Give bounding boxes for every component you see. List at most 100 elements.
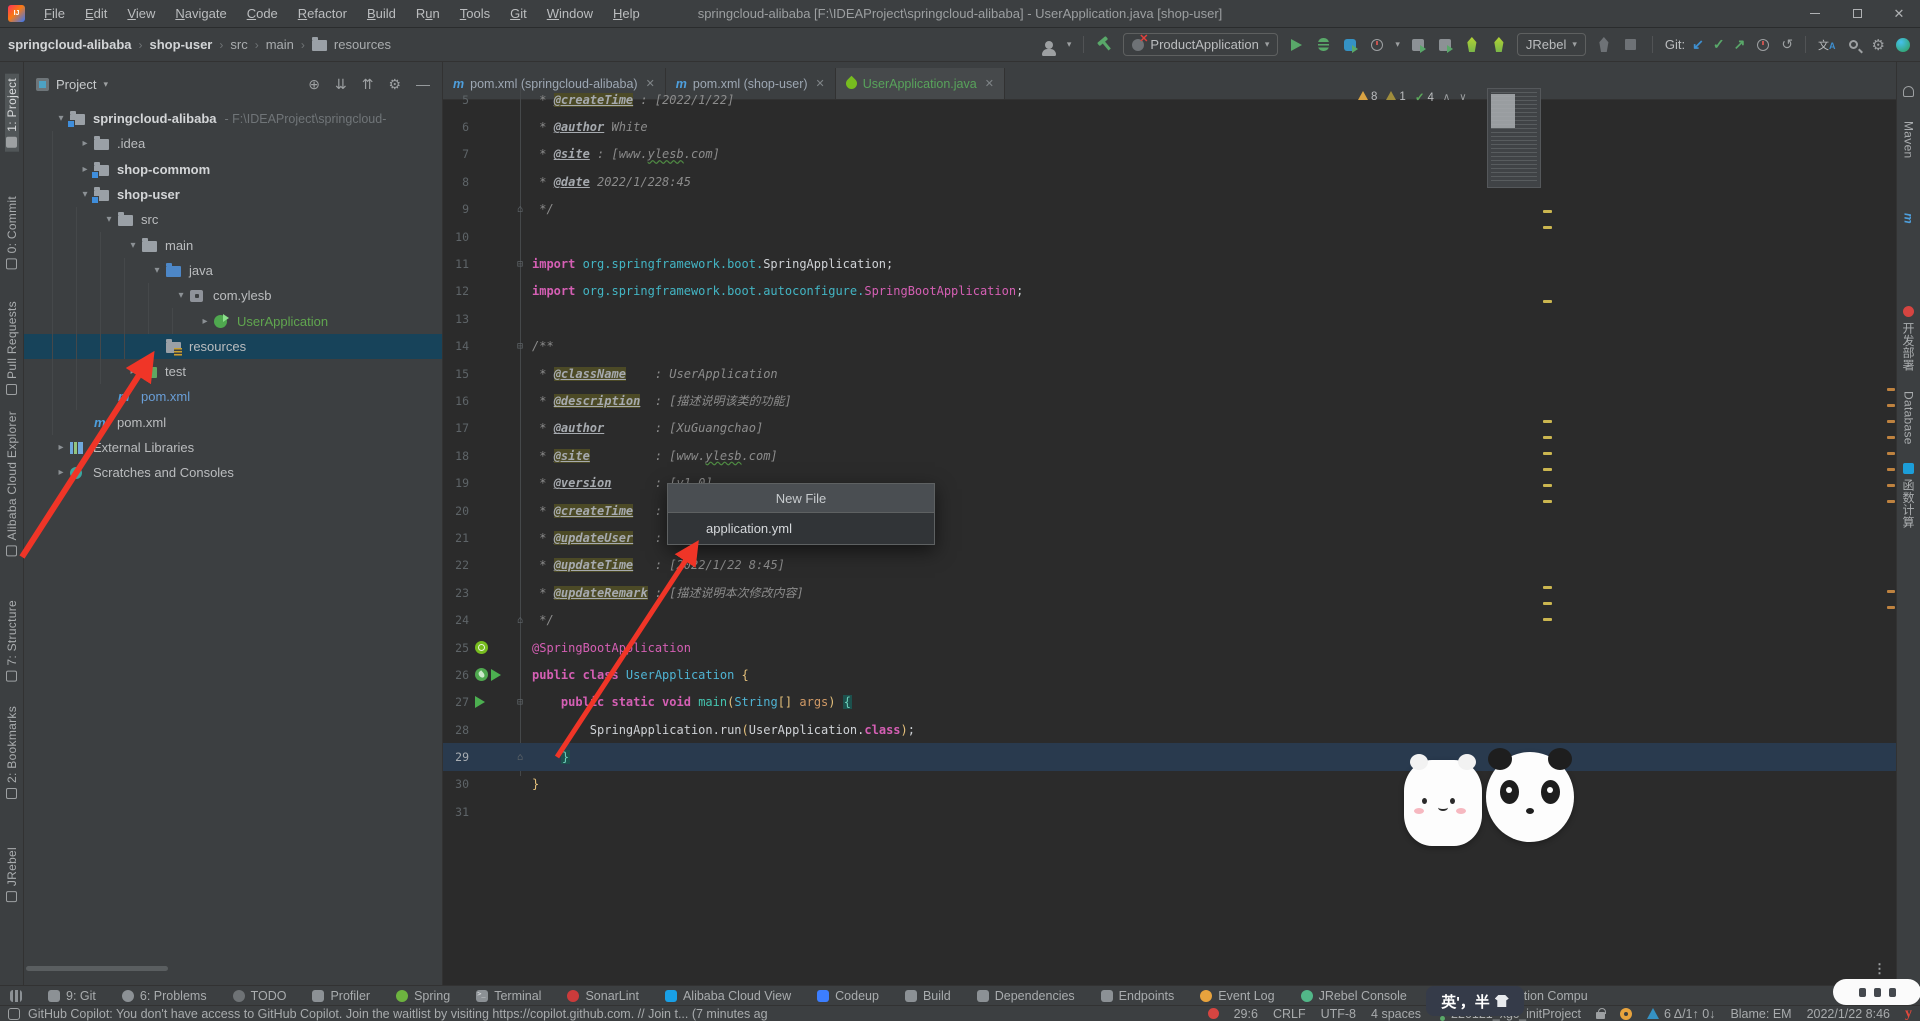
- line-number[interactable]: 31: [443, 805, 469, 819]
- line-number[interactable]: 6: [443, 120, 469, 134]
- tree-item-resources[interactable]: resources: [24, 333, 442, 359]
- jrebel-debug-icon[interactable]: [1490, 36, 1508, 54]
- line-number[interactable]: 15: [443, 367, 469, 381]
- code-line-6[interactable]: 6 * @author White: [443, 113, 1896, 140]
- locate-file-icon[interactable]: ⊕: [308, 76, 320, 93]
- status-widget-6-1-0-[interactable]: 6 Δ/1↑ 0↓: [1647, 1007, 1715, 1021]
- tool-stripe-database[interactable]: Database: [1902, 387, 1916, 449]
- tree-item-test[interactable]: ▸ test: [24, 358, 442, 385]
- code-line-14[interactable]: 14 ⊟ /**: [443, 333, 1896, 360]
- tree-item-pom.xml[interactable]: m pom.xml: [24, 384, 442, 410]
- warning-stripe-mark[interactable]: [1543, 586, 1552, 589]
- profiler-dropdown-icon[interactable]: ▾: [1395, 39, 1400, 50]
- code-line-31[interactable]: 31: [443, 798, 1896, 825]
- code-line-25[interactable]: 25 @SpringBootApplication: [443, 634, 1896, 661]
- status-widget-lock[interactable]: [1596, 1008, 1606, 1019]
- jrebel-select[interactable]: JRebel ▾: [1516, 33, 1586, 56]
- code-line-15[interactable]: 15 * @className : UserApplication: [443, 360, 1896, 387]
- tool-window-button-profiler[interactable]: Profiler: [312, 989, 370, 1003]
- run-coverage-button[interactable]: [1341, 36, 1359, 54]
- code-line-17[interactable]: 17 * @author : [XuGuangchao]: [443, 415, 1896, 442]
- breadcrumb-item-main[interactable]: main: [266, 37, 294, 52]
- menu-build[interactable]: Build: [358, 3, 405, 24]
- line-number[interactable]: 22: [443, 558, 469, 572]
- tool-window-button-dependencies[interactable]: Dependencies: [976, 989, 1075, 1003]
- error-stripe-mark[interactable]: [1887, 500, 1895, 503]
- line-number[interactable]: 24: [443, 613, 469, 627]
- inspections-widget[interactable]: 8 1 ✓ 4 ∧ ∨: [1358, 90, 1467, 104]
- warning-stripe-mark[interactable]: [1543, 484, 1552, 487]
- warning-stripe-mark[interactable]: [1543, 420, 1552, 423]
- error-stripe-mark[interactable]: [1887, 436, 1895, 439]
- line-number[interactable]: 12: [443, 284, 469, 298]
- tool-stripe-pull-requests[interactable]: Pull Requests: [5, 297, 19, 399]
- error-stripe-mark[interactable]: [1887, 468, 1895, 471]
- warning-stripe-mark[interactable]: [1543, 618, 1552, 621]
- tool-stripe-2-bookmarks[interactable]: 2: Bookmarks: [5, 702, 19, 803]
- tree-item-scratches-and-consoles[interactable]: ▸ Scratches and Consoles: [24, 460, 442, 485]
- chevron-down-icon[interactable]: ▾: [100, 214, 118, 225]
- code-line-21[interactable]: 21 * @updateUser : [XuGuangchao]: [443, 524, 1896, 551]
- line-number[interactable]: 23: [443, 586, 469, 600]
- tool-stripe-bell[interactable]: [1903, 82, 1914, 101]
- tool-window-button-codeup[interactable]: Codeup: [817, 989, 879, 1003]
- spring-gutter-icon[interactable]: [475, 641, 488, 654]
- tree-item-external-libraries[interactable]: ▸ External Libraries: [24, 435, 442, 460]
- close-icon[interactable]: ✕: [1878, 0, 1920, 27]
- menu-edit[interactable]: Edit: [76, 3, 116, 24]
- translate-icon[interactable]: 文A: [1818, 37, 1836, 53]
- menu-help[interactable]: Help: [604, 3, 649, 24]
- tree-item-springcloud-alibaba[interactable]: ▾ springcloud-alibaba - F:\IDEAProject\sp…: [24, 106, 442, 131]
- menu-view[interactable]: View: [118, 3, 164, 24]
- warning-stripe-mark[interactable]: [1543, 468, 1552, 471]
- menu-tools[interactable]: Tools: [451, 3, 499, 24]
- run-gutter-icon[interactable]: [491, 668, 501, 681]
- panel-settings-gear-icon[interactable]: ⚙: [388, 76, 401, 93]
- git-rollback-icon[interactable]: ↺: [1781, 36, 1793, 53]
- horizontal-scrollbar[interactable]: [26, 966, 168, 971]
- line-number[interactable]: 18: [443, 449, 469, 463]
- run-configuration-select[interactable]: ProductApplication ▾: [1123, 32, 1279, 56]
- tree-item-src[interactable]: ▾ src: [24, 207, 442, 233]
- warning-stripe-mark[interactable]: [1543, 452, 1552, 455]
- code-editor[interactable]: 5 * @createTime : [2022/1/22] 6 * @author…: [443, 86, 1896, 826]
- menu-refactor[interactable]: Refactor: [289, 3, 356, 24]
- line-number[interactable]: 14: [443, 339, 469, 353]
- github-copilot-icon[interactable]: [8, 1007, 20, 1020]
- code-line-9[interactable]: 9 ⌂ */: [443, 196, 1896, 223]
- code-line-10[interactable]: 10: [443, 223, 1896, 250]
- chevron-right-icon[interactable]: ▸: [52, 467, 70, 478]
- fold-marker[interactable]: ⊟: [513, 341, 527, 352]
- code-line-23[interactable]: 23 * @updateRemark : [描述说明本次修改内容]: [443, 579, 1896, 606]
- tool-stripe-1-project[interactable]: 1: Project: [4, 74, 19, 152]
- git-update-icon[interactable]: ↙: [1692, 36, 1704, 53]
- search-icon[interactable]: [1845, 36, 1863, 54]
- tool-stripe-函数计算[interactable]: 函数计算: [1900, 459, 1917, 532]
- code-line-8[interactable]: 8 * @date 2022/1/228:45: [443, 168, 1896, 195]
- menu-window[interactable]: Window: [538, 3, 602, 24]
- tool-stripe-开发部署[interactable]: 开发部署: [1900, 302, 1917, 375]
- tool-window-button-sonarlint[interactable]: SonarLint: [567, 989, 639, 1003]
- code-line-30[interactable]: 30}: [443, 771, 1896, 798]
- error-stripe-mark[interactable]: [1887, 452, 1895, 455]
- tree-item-java[interactable]: ▾ java: [24, 257, 442, 284]
- tool-window-button-build[interactable]: Build: [904, 989, 951, 1003]
- code-minimap[interactable]: [1487, 88, 1541, 188]
- error-stripe-mark[interactable]: [1887, 606, 1895, 609]
- tool-window-button-alibaba-cloud-view[interactable]: Alibaba Cloud View: [664, 989, 791, 1003]
- code-line-27[interactable]: 27 ⊟ public static void main(String[] arg…: [443, 689, 1896, 716]
- status-widget-reddot[interactable]: [1207, 1008, 1219, 1019]
- status-widget-y[interactable]: y: [1905, 1006, 1912, 1021]
- menu-code[interactable]: Code: [238, 3, 287, 24]
- chevron-down-icon[interactable]: ▾: [148, 265, 166, 276]
- next-issue-icon[interactable]: ∨: [1459, 92, 1466, 103]
- chevron-right-icon[interactable]: ▸: [52, 442, 70, 453]
- tree-item-userapplication[interactable]: ▸ UserApplication: [24, 308, 442, 334]
- status-widget-utf-8[interactable]: UTF-8: [1321, 1007, 1356, 1021]
- chevron-down-icon[interactable]: ▾: [124, 240, 142, 251]
- line-number[interactable]: 25: [443, 641, 469, 655]
- line-number[interactable]: 28: [443, 723, 469, 737]
- line-number[interactable]: 13: [443, 312, 469, 326]
- tree-item-shop-commom[interactable]: ▸ shop-commom: [24, 156, 442, 182]
- fold-marker[interactable]: ⊟: [513, 259, 527, 270]
